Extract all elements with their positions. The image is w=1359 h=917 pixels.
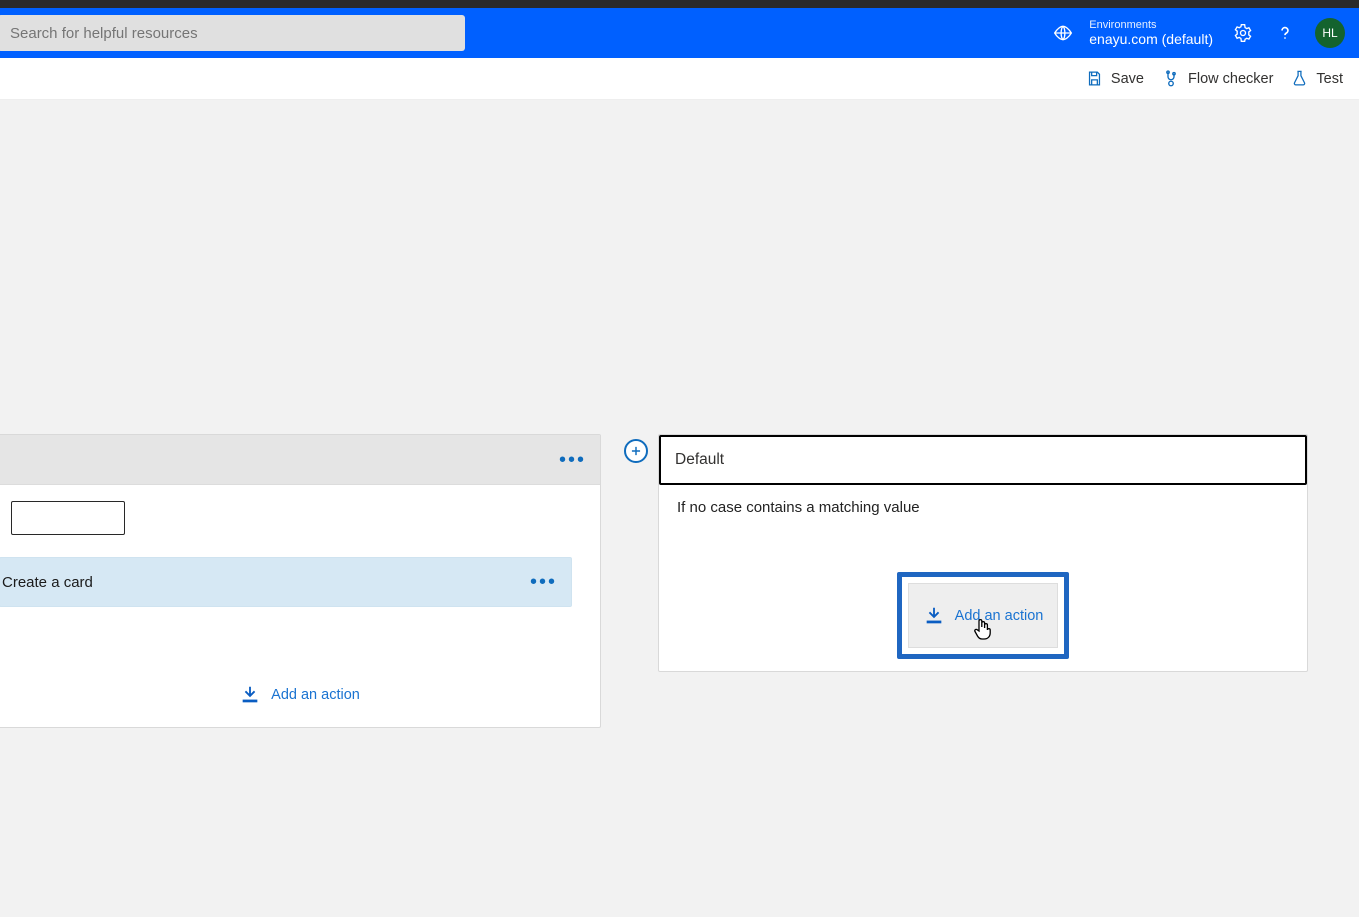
save-label: Save (1111, 71, 1144, 87)
add-action-icon (239, 685, 261, 705)
search-box[interactable] (0, 15, 465, 51)
settings-icon[interactable] (1231, 21, 1255, 45)
help-icon[interactable] (1273, 21, 1297, 45)
command-bar: Save Flow checker Test (0, 58, 1359, 100)
case-card: ••• Create a card ••• Add an action (0, 434, 601, 728)
case-card-header[interactable]: ••• (0, 435, 600, 485)
cursor-icon (973, 617, 993, 641)
default-card-header[interactable]: Default (659, 435, 1307, 485)
browser-chrome (0, 0, 1359, 8)
action-more-icon[interactable]: ••• (530, 572, 557, 592)
environment-picker[interactable]: Environments enayu.com (default) (1051, 19, 1213, 48)
add-action-label: Add an action (271, 687, 360, 703)
test-button[interactable]: Test (1291, 70, 1343, 87)
action-card-title: Create a card (2, 574, 93, 591)
flow-checker-label: Flow checker (1188, 71, 1273, 87)
app-header: Environments enayu.com (default) HL (0, 8, 1359, 58)
default-card: Default If no case contains a matching v… (658, 434, 1308, 672)
search-input[interactable] (8, 24, 455, 43)
more-icon[interactable]: ••• (559, 450, 586, 470)
add-action-button-default[interactable]: Add an action (908, 583, 1058, 648)
test-label: Test (1316, 71, 1343, 87)
default-subtitle: If no case contains a matching value (659, 485, 1307, 538)
environment-label: Environments (1089, 19, 1213, 32)
flow-checker-button[interactable]: Flow checker (1162, 70, 1273, 88)
environment-icon (1051, 21, 1075, 45)
add-action-button-case[interactable]: Add an action (13, 685, 586, 705)
environment-name: enayu.com (default) (1089, 31, 1213, 47)
case-value-input[interactable] (11, 501, 125, 535)
flow-canvas[interactable]: ••• Create a card ••• Add an action (0, 100, 1359, 917)
add-action-highlight: Add an action (897, 572, 1069, 659)
save-button[interactable]: Save (1086, 70, 1144, 87)
default-title: Default (675, 451, 724, 469)
add-action-label: Add an action (955, 608, 1044, 624)
user-avatar[interactable]: HL (1315, 18, 1345, 48)
add-action-icon (923, 606, 945, 626)
action-card-create[interactable]: Create a card ••• (0, 557, 572, 607)
add-case-button[interactable] (624, 439, 648, 463)
